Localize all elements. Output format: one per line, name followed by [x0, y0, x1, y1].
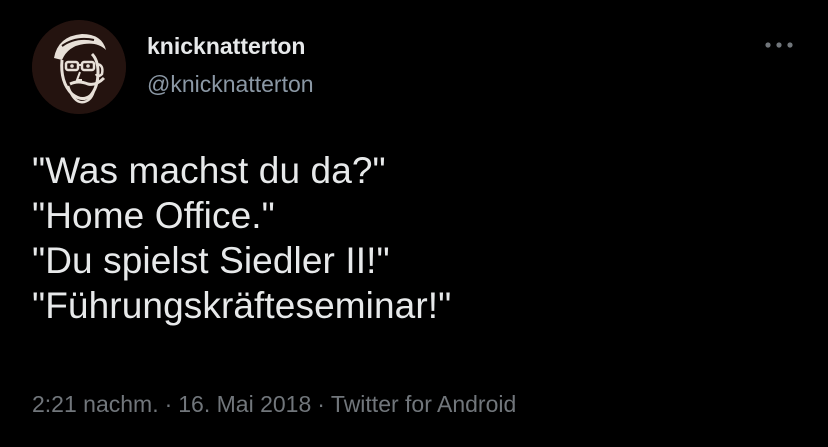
more-options-button[interactable]	[756, 30, 802, 60]
separator: ·	[164, 391, 173, 417]
cartoon-face-icon	[32, 20, 126, 114]
tweet-card: knicknatterton @knicknatterton "Was mach…	[0, 0, 828, 447]
tweet-text: "Was machst du da?" "Home Office." "Du s…	[32, 148, 802, 328]
tweet-date[interactable]: 16. Mai 2018	[178, 391, 311, 417]
display-name[interactable]: knicknatterton	[147, 33, 305, 60]
tweet-source[interactable]: Twitter for Android	[331, 391, 516, 417]
more-horizontal-icon	[765, 42, 793, 48]
tweet-line: "Was machst du da?"	[32, 150, 386, 191]
tweet-line: "Home Office."	[32, 195, 275, 236]
tweet-line: "Du spielst Siedler II!"	[32, 240, 390, 281]
tweet-line: "Führungskräfteseminar!"	[32, 285, 452, 326]
tweet-time[interactable]: 2:21 nachm.	[32, 391, 159, 417]
avatar[interactable]	[32, 20, 126, 114]
separator: ·	[317, 391, 325, 417]
tweet-metadata: 2:21 nachm. · 16. Mai 2018 · Twitter for And…	[32, 391, 516, 418]
user-handle[interactable]: @knicknatterton	[147, 71, 314, 98]
